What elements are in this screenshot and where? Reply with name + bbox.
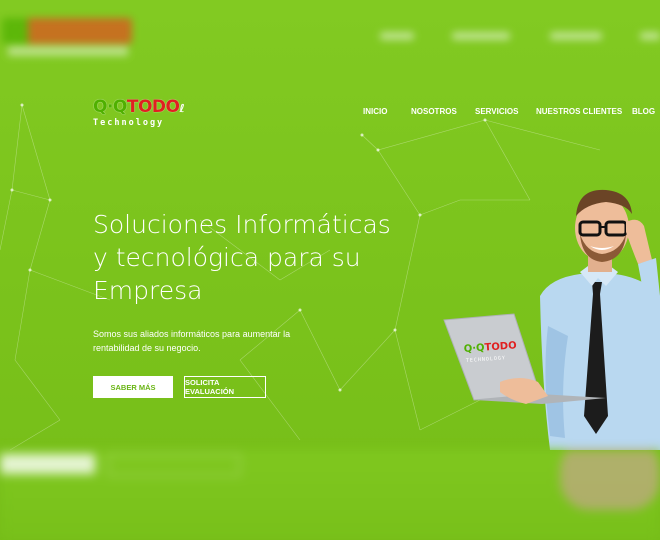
nav-item-nosotros[interactable]: NOSOTROS xyxy=(411,107,457,116)
man-with-laptop-image: Q·QTODO TECHNOLOGY xyxy=(443,189,660,450)
nav-item-servicios[interactable]: SERVICIOS xyxy=(475,107,518,116)
logo-part2: TODO xyxy=(126,97,180,117)
page: Q·QTODOℓ Technology INICIO NOSOTROS SERV… xyxy=(0,0,660,540)
nav-item-inicio[interactable]: INICIO xyxy=(363,107,387,116)
nav-item-nuestros-clientes[interactable]: NUESTROS CLIENTES xyxy=(536,107,622,116)
hero-subtitle: Somos sus aliados informáticos para aume… xyxy=(93,329,291,353)
saber-mas-button[interactable]: SABER MÁS xyxy=(93,376,173,398)
site-logo[interactable]: Q·QTODOℓ Technology xyxy=(93,98,203,132)
blurred-next-section xyxy=(0,450,660,540)
hero-title: Soluciones Informáticas y tecnológica pa… xyxy=(93,208,423,307)
blurred-header xyxy=(0,0,660,90)
hero-title-line2: y tecnológica para su xyxy=(93,243,361,272)
solicita-evaluacion-button[interactable]: SOLICITA EVALUACIÓN xyxy=(184,376,266,398)
hero-title-line3: Empresa xyxy=(93,276,203,305)
nav-item-blog[interactable]: BLOG xyxy=(632,107,655,116)
logo-swoosh-icon: ℓ xyxy=(179,102,185,115)
hero-title-line1: Soluciones Informáticas xyxy=(93,210,391,239)
main-section: Q·QTODOℓ Technology INICIO NOSOTROS SERV… xyxy=(0,90,660,450)
logo-part1: Q·Q xyxy=(93,97,127,117)
logo-subtitle: Technology xyxy=(93,118,165,128)
